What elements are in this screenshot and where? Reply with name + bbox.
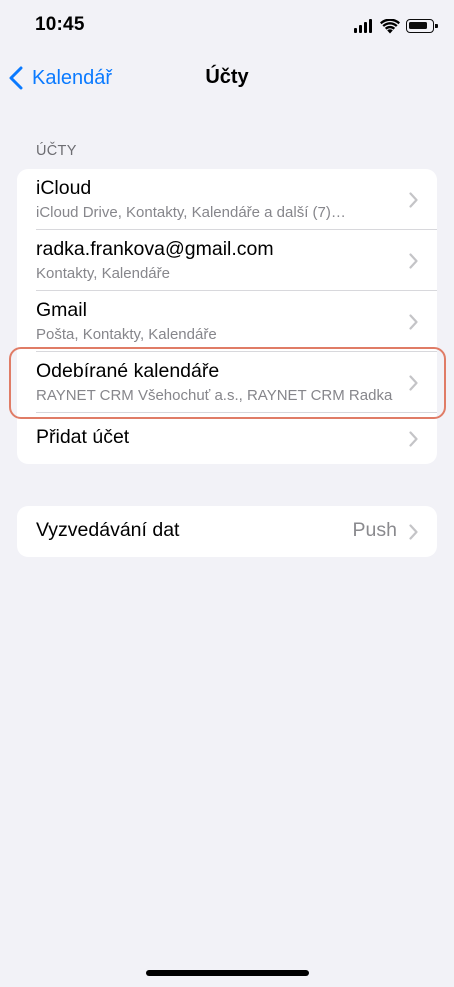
chevron-right-icon: [409, 192, 418, 208]
account-subtitle: RAYNET CRM Všehochuť a.s., RAYNET CRM Ra…: [36, 387, 393, 404]
account-row-subscribed-calendars[interactable]: Odebírané kalendáře RAYNET CRM Všehochuť…: [17, 352, 437, 413]
account-row-icloud[interactable]: iCloud iCloud Drive, Kontakty, Kalendáře…: [17, 169, 437, 230]
fetch-data-row[interactable]: Vyzvedávání dat Push: [17, 506, 437, 557]
chevron-right-icon: [409, 314, 418, 330]
fetch-data-label: Vyzvedávání dat: [36, 519, 180, 541]
section-header-accounts: ÚČTY: [36, 143, 77, 159]
account-row-gmail[interactable]: Gmail Pošta, Kontakty, Kalendáře: [17, 291, 437, 352]
home-indicator[interactable]: [146, 970, 309, 976]
account-row-gmail-address[interactable]: radka.frankova@gmail.com Kontakty, Kalen…: [17, 230, 437, 291]
fetch-data-group: Vyzvedávání dat Push: [17, 506, 437, 557]
account-title: iCloud: [36, 177, 92, 199]
chevron-right-icon: [409, 253, 418, 269]
status-bar: 10:45: [0, 0, 454, 54]
settings-accounts-screen: 10:45 Kalendář Účty ÚČTY iCloud iCloud D…: [0, 0, 454, 987]
account-subtitle: Pošta, Kontakty, Kalendáře: [36, 326, 217, 343]
wifi-icon: [380, 18, 400, 33]
page-title: Účty: [205, 66, 249, 88]
fetch-data-value: Push: [352, 519, 397, 541]
chevron-right-icon: [409, 375, 418, 391]
status-time: 10:45: [35, 14, 85, 35]
account-title: radka.frankova@gmail.com: [36, 238, 274, 260]
account-title: Odebírané kalendáře: [36, 360, 220, 382]
cellular-signal-icon: [354, 19, 374, 33]
add-account-row[interactable]: Přidat účet: [17, 413, 437, 464]
account-subtitle: iCloud Drive, Kontakty, Kalendáře a dalš…: [36, 204, 346, 221]
add-account-label: Přidat účet: [36, 426, 130, 448]
battery-icon: [406, 19, 438, 33]
chevron-right-icon: [409, 431, 418, 447]
account-title: Gmail: [36, 299, 87, 321]
account-subtitle: Kontakty, Kalendáře: [36, 265, 170, 282]
chevron-right-icon: [409, 524, 418, 540]
accounts-list: iCloud iCloud Drive, Kontakty, Kalendáře…: [17, 169, 437, 464]
status-icons: [354, 15, 438, 37]
navigation-bar: Kalendář Účty: [0, 54, 454, 102]
